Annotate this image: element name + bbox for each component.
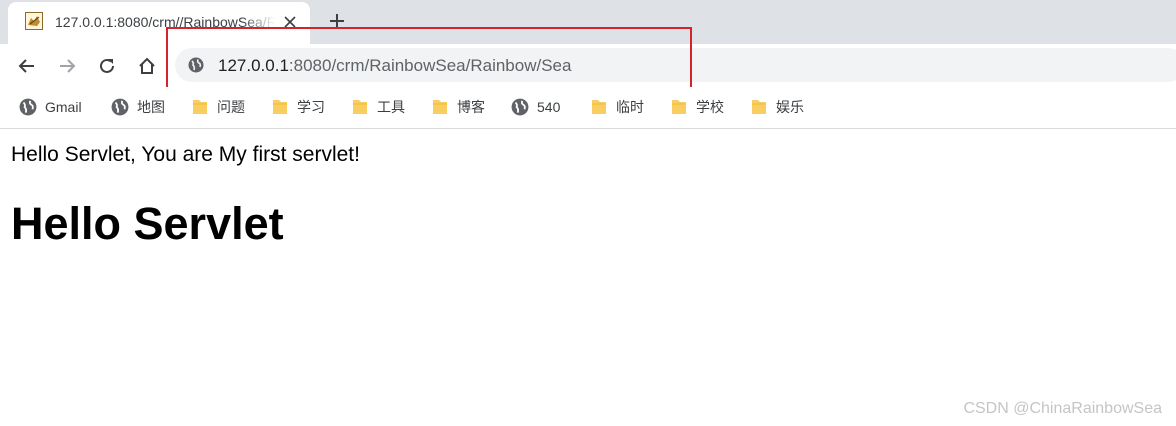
home-icon xyxy=(139,57,155,74)
folder-icon xyxy=(670,98,688,116)
folder-icon xyxy=(431,98,449,116)
back-button[interactable] xyxy=(14,53,40,79)
bookmark-folder-tools[interactable]: 工具 xyxy=(351,97,405,117)
servlet-message: Hello Servlet, You are My first servlet! xyxy=(11,143,360,166)
arrow-left-icon xyxy=(18,59,34,73)
tomcat-favicon-icon xyxy=(25,12,43,30)
folder-icon xyxy=(750,98,768,116)
bookmark-folder-blog[interactable]: 博客 xyxy=(431,97,485,117)
arrow-right-icon xyxy=(60,59,76,73)
folder-icon xyxy=(351,98,369,116)
bookmark-label: 学校 xyxy=(696,99,724,115)
reload-icon xyxy=(100,58,114,73)
bookmark-folder-study[interactable]: 学习 xyxy=(271,97,325,117)
bookmark-label: 学习 xyxy=(297,99,325,115)
bookmarks-bar: Gmail 地图 问题 学习 工具 博客 540 临时 学校 娱乐 xyxy=(0,87,1176,129)
bookmark-folder-entertainment[interactable]: 娱乐 xyxy=(750,97,804,117)
bookmark-label: 地图 xyxy=(137,99,165,115)
bookmark-label: 博客 xyxy=(457,99,485,115)
watermark: CSDN @ChinaRainbowSea xyxy=(963,400,1162,417)
bookmark-map[interactable]: 地图 xyxy=(111,97,165,117)
bookmark-gmail[interactable]: Gmail xyxy=(19,97,82,117)
globe-icon xyxy=(111,98,129,116)
bookmark-label: Gmail xyxy=(45,99,82,115)
bookmark-folder-temp[interactable]: 临时 xyxy=(590,97,644,117)
globe-icon xyxy=(511,98,529,116)
bookmark-label: 工具 xyxy=(377,99,405,115)
annotation-highlight-box xyxy=(166,27,692,95)
bookmark-label: 问题 xyxy=(217,99,245,115)
folder-icon xyxy=(590,98,608,116)
bookmark-label: 娱乐 xyxy=(776,99,804,115)
home-button[interactable] xyxy=(134,53,160,79)
globe-icon xyxy=(19,98,37,116)
bookmark-label: 540 xyxy=(537,99,561,115)
bookmark-label: 临时 xyxy=(616,99,644,115)
folder-icon xyxy=(191,98,209,116)
folder-icon xyxy=(271,98,289,116)
bookmark-folder-school[interactable]: 学校 xyxy=(670,97,724,117)
bookmark-540[interactable]: 540 xyxy=(511,97,560,117)
bookmark-folder-questions[interactable]: 问题 xyxy=(191,97,245,117)
page-heading: Hello Servlet xyxy=(11,198,284,249)
forward-button[interactable] xyxy=(54,53,80,79)
reload-button[interactable] xyxy=(94,53,120,79)
